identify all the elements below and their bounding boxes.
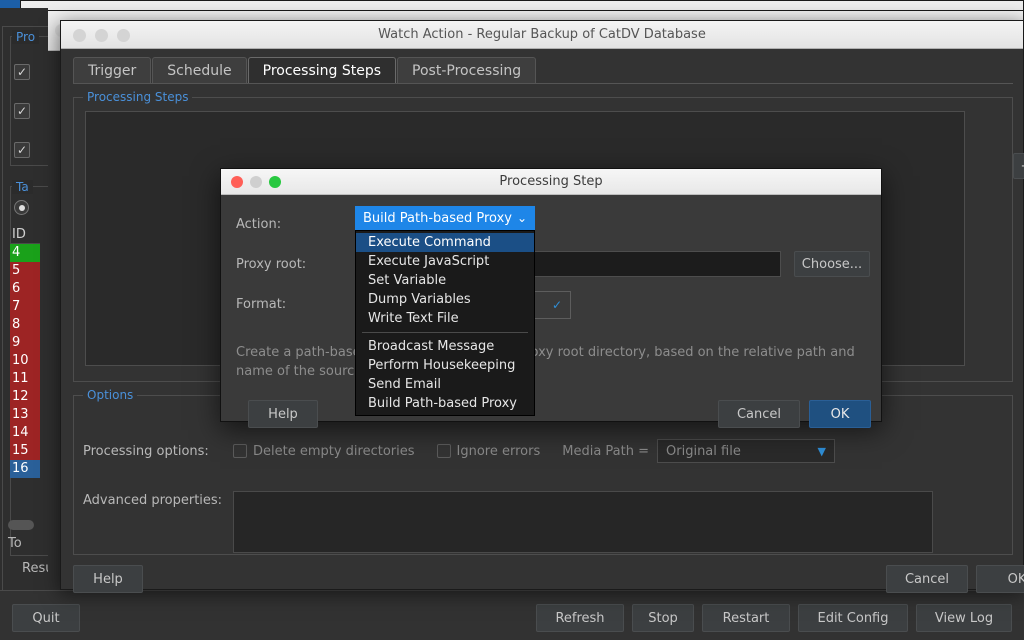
action-dropdown-menu[interactable]: Execute CommandExecute JavaScriptSet Var…	[355, 230, 535, 416]
dropdown-item[interactable]: Perform Housekeeping	[356, 356, 534, 375]
dropdown-item[interactable]: Execute Command	[356, 233, 534, 252]
task-row[interactable]: 5	[10, 262, 40, 280]
refresh-button[interactable]: Refresh	[536, 604, 624, 632]
chevron-down-icon: ✓	[552, 298, 562, 312]
task-id-rows[interactable]: 45678910111213141516	[10, 244, 40, 478]
dropdown-separator	[362, 332, 528, 333]
watch-help-button[interactable]: Help	[73, 565, 143, 593]
advanced-properties-textarea[interactable]	[233, 491, 933, 553]
action-select[interactable]: Build Path-based Proxy ⌄	[355, 206, 535, 230]
tab-post-processing[interactable]: Post-Processing	[397, 57, 536, 83]
watch-cancel-button[interactable]: Cancel	[886, 565, 968, 593]
stop-button[interactable]: Stop	[632, 604, 694, 632]
processing-options-label: Processing options:	[83, 444, 233, 459]
task-row[interactable]: 8	[10, 316, 40, 334]
tasks-radio[interactable]	[14, 200, 29, 215]
media-path-label: Media Path =	[562, 444, 649, 459]
processing-checkbox-1[interactable]: ✓	[14, 64, 30, 80]
task-row[interactable]: 4	[10, 244, 40, 262]
tab-schedule[interactable]: Schedule	[152, 57, 246, 83]
options-group-title: Options	[83, 388, 137, 402]
ignore-errors-label: Ignore errors	[457, 444, 541, 459]
format-label: Format:	[236, 297, 286, 312]
tab-processing-steps[interactable]: Processing Steps	[248, 57, 396, 83]
task-row[interactable]: 14	[10, 424, 40, 442]
task-id-header: ID	[10, 226, 40, 244]
processing-checkbox-3[interactable]: ✓	[14, 142, 30, 158]
horizontal-scrollbar-thumb[interactable]	[8, 520, 34, 530]
dropdown-item[interactable]: Send Email	[356, 375, 534, 394]
total-label: To	[8, 536, 22, 551]
dropdown-item[interactable]: Dump Variables	[356, 290, 534, 309]
chevron-down-icon: ⌄	[517, 211, 527, 225]
dropdown-item[interactable]: Execute JavaScript	[356, 252, 534, 271]
task-row[interactable]: 13	[10, 406, 40, 424]
ignore-errors-checkbox[interactable]: Ignore errors	[437, 444, 541, 459]
task-row[interactable]: 10	[10, 352, 40, 370]
dropdown-item[interactable]: Build Path-based Proxy	[356, 394, 534, 413]
watch-ok-button[interactable]: OK	[976, 565, 1024, 593]
dropdown-item[interactable]: Broadcast Message	[356, 337, 534, 356]
task-row[interactable]: 6	[10, 280, 40, 298]
media-path-select[interactable]: Original file ▼	[657, 439, 835, 463]
watch-action-titlebar[interactable]: Watch Action - Regular Backup of CatDV D…	[61, 21, 1023, 49]
restart-button[interactable]: Restart	[702, 604, 790, 632]
dialog-cancel-button[interactable]: Cancel	[718, 400, 800, 428]
action-select-value: Build Path-based Proxy	[363, 211, 512, 226]
processing-step-titlebar[interactable]: Processing Step	[221, 169, 881, 195]
processing-steps-group-title: Processing Steps	[83, 90, 192, 104]
task-row[interactable]: 15	[10, 442, 40, 460]
add-step-button[interactable]: +	[1013, 153, 1024, 179]
task-row[interactable]: 12	[10, 388, 40, 406]
advanced-properties-label: Advanced properties:	[83, 491, 233, 511]
tasks-group-title: Ta	[12, 180, 33, 194]
action-label: Action:	[236, 217, 281, 232]
processing-step-description: Create a path-based proxy in the specifi…	[236, 343, 866, 381]
delete-empty-directories-checkbox[interactable]: Delete empty directories	[233, 444, 415, 459]
tab-bar[interactable]: TriggerScheduleProcessing StepsPost-Proc…	[73, 57, 537, 83]
media-path-value: Original file	[666, 444, 741, 459]
checkbox-box-icon	[233, 444, 247, 458]
tab-underline	[73, 83, 1013, 84]
dropdown-item[interactable]: Set Variable	[356, 271, 534, 290]
advanced-properties-row: Advanced properties:	[83, 491, 933, 553]
checkbox-box-icon	[437, 444, 451, 458]
task-row[interactable]: 11	[10, 370, 40, 388]
chevron-down-icon: ▼	[818, 445, 826, 458]
processing-checkbox-2[interactable]: ✓	[14, 103, 30, 119]
view-log-button[interactable]: View Log	[916, 604, 1012, 632]
processing-group-title: Pro	[12, 30, 39, 44]
dialog-help-button[interactable]: Help	[248, 400, 318, 428]
quit-button[interactable]: Quit	[12, 604, 80, 632]
task-row[interactable]: 9	[10, 334, 40, 352]
screen: CatDV Worker Node 7.0.10 Edit Configurat…	[0, 0, 1024, 640]
tab-trigger[interactable]: Trigger	[73, 57, 151, 83]
watch-action-title: Watch Action - Regular Backup of CatDV D…	[61, 27, 1023, 42]
processing-step-title: Processing Step	[221, 174, 881, 189]
dropdown-item[interactable]: Write Text File	[356, 309, 534, 328]
edit-config-button[interactable]: Edit Config	[798, 604, 908, 632]
proxy-root-label: Proxy root:	[236, 257, 306, 272]
dialog-ok-button[interactable]: OK	[809, 400, 871, 428]
left-panel: Pro ✓ ✓ ✓ Ta ID 45678910111213141516 To …	[0, 8, 48, 640]
proxy-root-input[interactable]	[511, 251, 781, 277]
processing-step-body: Action: Proxy root: Format: Choose... ✓ …	[221, 195, 881, 421]
task-id-column[interactable]: ID 45678910111213141516	[10, 226, 40, 478]
processing-step-dialog[interactable]: Processing Step Action: Proxy root: Form…	[220, 168, 882, 422]
processing-options-row: Processing options: Delete empty directo…	[83, 439, 835, 463]
delete-empty-directories-label: Delete empty directories	[253, 444, 415, 459]
choose-button[interactable]: Choose...	[794, 251, 870, 277]
task-row[interactable]: 16	[10, 460, 40, 478]
task-row[interactable]: 7	[10, 298, 40, 316]
